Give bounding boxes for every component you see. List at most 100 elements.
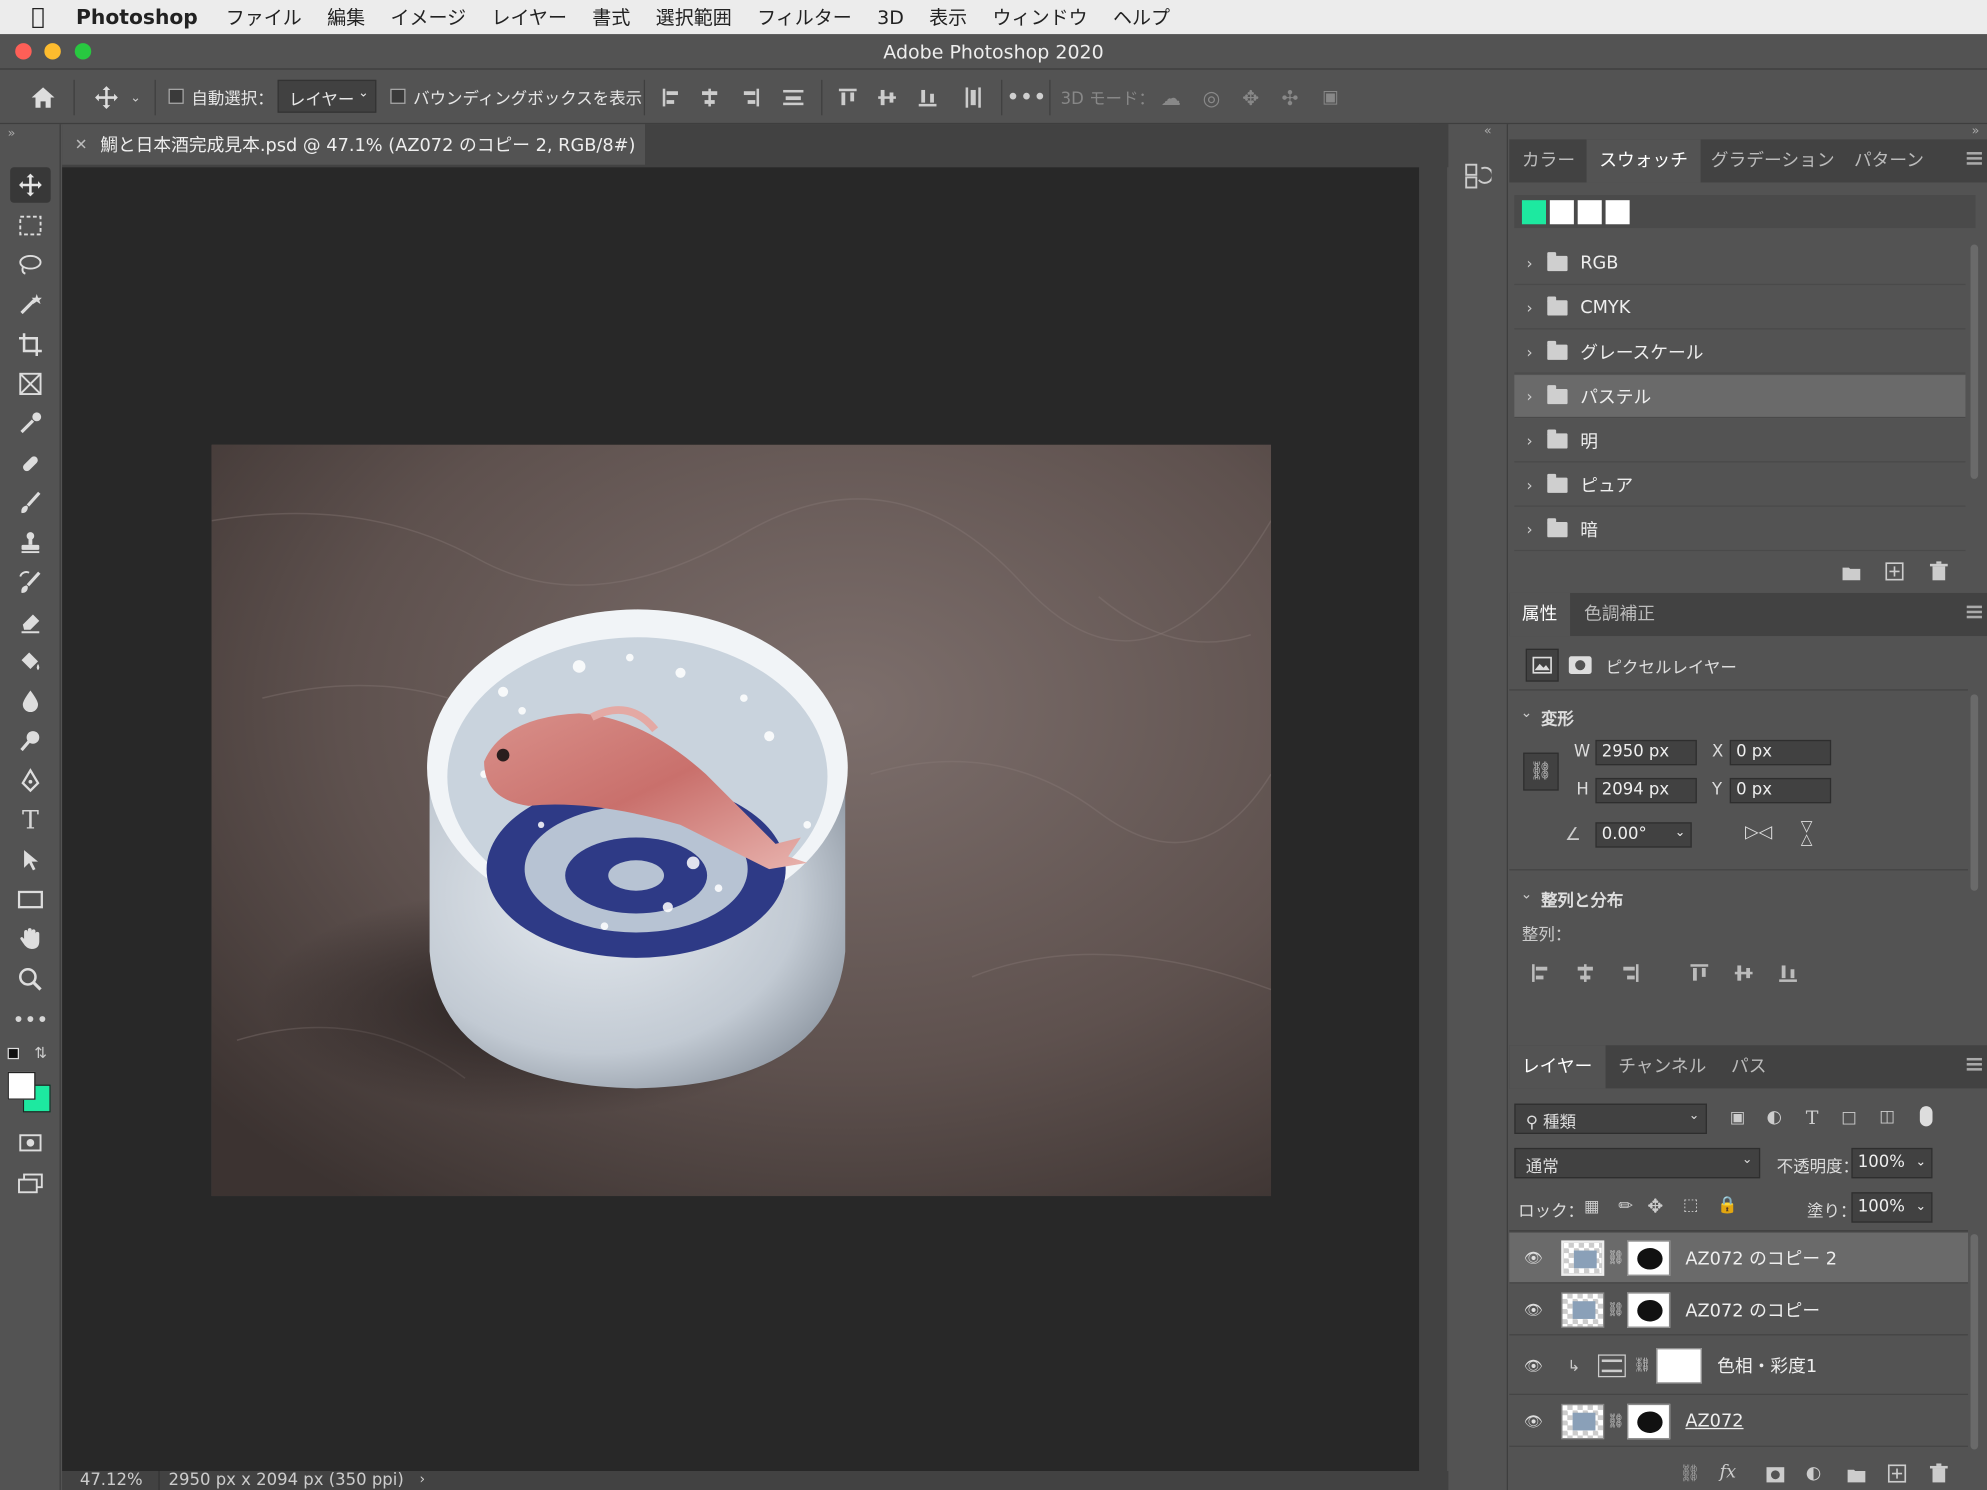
menu-edit[interactable]: 編集 [327,4,365,31]
link-proportions-icon[interactable]: ⛓ [1523,752,1559,791]
align-right-edges-icon[interactable] [735,82,765,112]
filter-adjustment-icon[interactable]: ◐ [1767,1107,1782,1127]
collapse-panels-icon[interactable]: » [1972,124,1980,138]
3d-orbit-icon[interactable]: ☁ [1156,82,1186,112]
type-tool[interactable]: T [10,802,51,837]
filter-pixel-icon[interactable]: ▣ [1730,1109,1746,1128]
document-tab[interactable]: ✕ 鯛と日本酒完成見本.psd @ 47.1% (AZ072 のコピー 2, R… [62,124,646,165]
foreground-color-swatch[interactable] [7,1071,36,1100]
height-field[interactable]: 2094 px [1595,777,1697,804]
screen-mode-icon[interactable] [10,1166,51,1201]
lock-transparent-icon[interactable]: ▦ [1584,1197,1600,1216]
swatch-folder[interactable]: › 明 [1514,419,1966,463]
swap-colors-icon[interactable]: ⇅ [34,1044,47,1062]
new-swatch-icon[interactable] [1884,561,1904,581]
swatch-folder[interactable]: › 暗 [1514,508,1966,552]
menu-layer[interactable]: レイヤー [491,4,566,31]
filter-shape-icon[interactable]: □ [1841,1109,1857,1128]
zoom-tool[interactable] [10,962,51,997]
angle-field[interactable]: 0.00° ⌄ [1595,822,1692,848]
lock-artboard-icon[interactable]: ⬚ [1683,1196,1699,1215]
lock-image-icon[interactable]: ✏ [1618,1196,1633,1216]
frame-tool[interactable] [10,366,51,401]
fx-icon[interactable]: fx [1720,1462,1737,1482]
apple-icon[interactable]:  [0,4,76,31]
link-layers-icon[interactable]: ⛓ [1679,1465,1700,1484]
delete-layer-icon[interactable] [1929,1463,1949,1488]
flip-vertical-icon[interactable]: ▽ △ [1801,818,1824,848]
edit-toolbar-icon[interactable]: ••• [10,1001,51,1036]
tab-properties[interactable]: 属性 [1509,592,1571,637]
3d-roll-icon[interactable]: ◎ [1196,82,1226,112]
layer-name[interactable]: AZ072 [1685,1411,1743,1431]
auto-select-target-dropdown[interactable]: レイヤー ⌄ [277,79,377,113]
flip-horizontal-icon[interactable]: ▷◁ [1745,822,1773,847]
bounding-box-checkbox[interactable] [390,88,406,104]
brush-tool[interactable] [10,485,51,520]
layer-filter-dropdown[interactable]: ⚲ 種類 ⌄ [1514,1103,1707,1134]
layer-row[interactable]: 👁 ⛓ AZ072 [1509,1396,1968,1447]
zoom-level[interactable]: 47.12% [80,1471,143,1490]
menu-window[interactable]: ウィンドウ [993,4,1088,31]
pen-tool[interactable] [10,763,51,798]
blur-tool[interactable] [10,683,51,718]
layer-mask-thumbnail[interactable] [1627,1291,1671,1328]
align-left-edges-icon[interactable] [656,82,686,112]
add-mask-icon[interactable] [1765,1465,1785,1489]
new-layer-icon[interactable] [1887,1463,1907,1488]
swatch-folder-highlighted[interactable]: › パステル [1514,375,1966,419]
swatch-folder[interactable]: › RGB [1514,242,1966,286]
align-center-icon[interactable] [1575,963,1595,988]
align-middle-icon[interactable] [1734,963,1754,988]
width-field[interactable]: 2950 px [1595,739,1697,766]
layer-mask-thumbnail[interactable] [1656,1347,1702,1383]
3d-pan-icon[interactable]: ✥ [1236,82,1266,112]
menu-select[interactable]: 選択範囲 [656,4,732,31]
document-image[interactable] [211,444,1272,1197]
layer-row[interactable]: 👁 ↳ ⛓ 色相・彩度1 [1509,1337,1968,1395]
link-icon[interactable]: ⛓ [1607,1413,1625,1429]
chevron-down-icon[interactable]: ⌄ [1521,704,1533,720]
x-field[interactable]: 0 px [1729,739,1832,766]
delete-icon[interactable] [1929,561,1949,581]
layers-scrollbar[interactable] [1970,1234,1979,1450]
new-adjustment-layer-icon[interactable]: ◐ [1806,1463,1821,1483]
marquee-tool[interactable] [10,208,51,243]
magic-wand-tool[interactable] [10,286,51,321]
align-horizontal-centers-icon[interactable] [694,82,724,112]
layer-mask-thumbnail[interactable] [1627,1403,1671,1439]
menu-3d[interactable]: 3D [877,6,904,29]
quick-mask-icon[interactable] [10,1125,51,1160]
canvas-scrollbar[interactable] [1419,124,1448,1490]
properties-scrollbar[interactable] [1970,694,1979,891]
canvas-area[interactable] [62,167,1420,1471]
menu-type[interactable]: 書式 [592,4,630,31]
link-icon[interactable]: ⛓ [1607,1249,1625,1265]
app-menu[interactable]: Photoshop [76,5,198,29]
align-bottom-icon[interactable] [1778,963,1798,988]
link-icon[interactable]: ⛓ [1607,1301,1625,1317]
swatch-folder[interactable]: › CMYK [1514,286,1966,330]
link-icon[interactable]: ⛓ [1634,1357,1652,1373]
tab-swatches[interactable]: スウォッチ [1586,139,1701,183]
blend-mode-dropdown[interactable]: 通常 ⌄ [1514,1147,1761,1179]
crop-tool[interactable] [10,327,51,362]
path-selection-tool[interactable] [10,843,51,878]
panel-menu-icon[interactable] [1966,1057,1982,1071]
default-colors-icon[interactable] [7,1047,20,1060]
align-top-edges-icon[interactable] [833,82,863,112]
tab-color[interactable]: カラー [1509,139,1588,182]
align-vertical-centers-icon[interactable] [872,82,902,112]
3d-camera-icon[interactable]: ▣ [1315,82,1345,112]
align-bottom-edges-icon[interactable] [912,82,942,112]
history-panel-icon[interactable] [1464,162,1494,192]
tab-layers[interactable]: レイヤー [1509,1045,1606,1089]
filter-smart-object-icon[interactable]: ◫ [1879,1107,1895,1126]
y-field[interactable]: 0 px [1729,777,1832,804]
recent-swatch[interactable] [1549,200,1574,225]
eyedropper-tool[interactable] [10,405,51,440]
tab-gradients[interactable]: グラデーション [1698,139,1847,182]
visibility-eye-icon[interactable]: 👁 [1517,1412,1550,1430]
move-tool[interactable] [10,167,51,203]
filter-type-icon[interactable]: T [1806,1106,1819,1129]
